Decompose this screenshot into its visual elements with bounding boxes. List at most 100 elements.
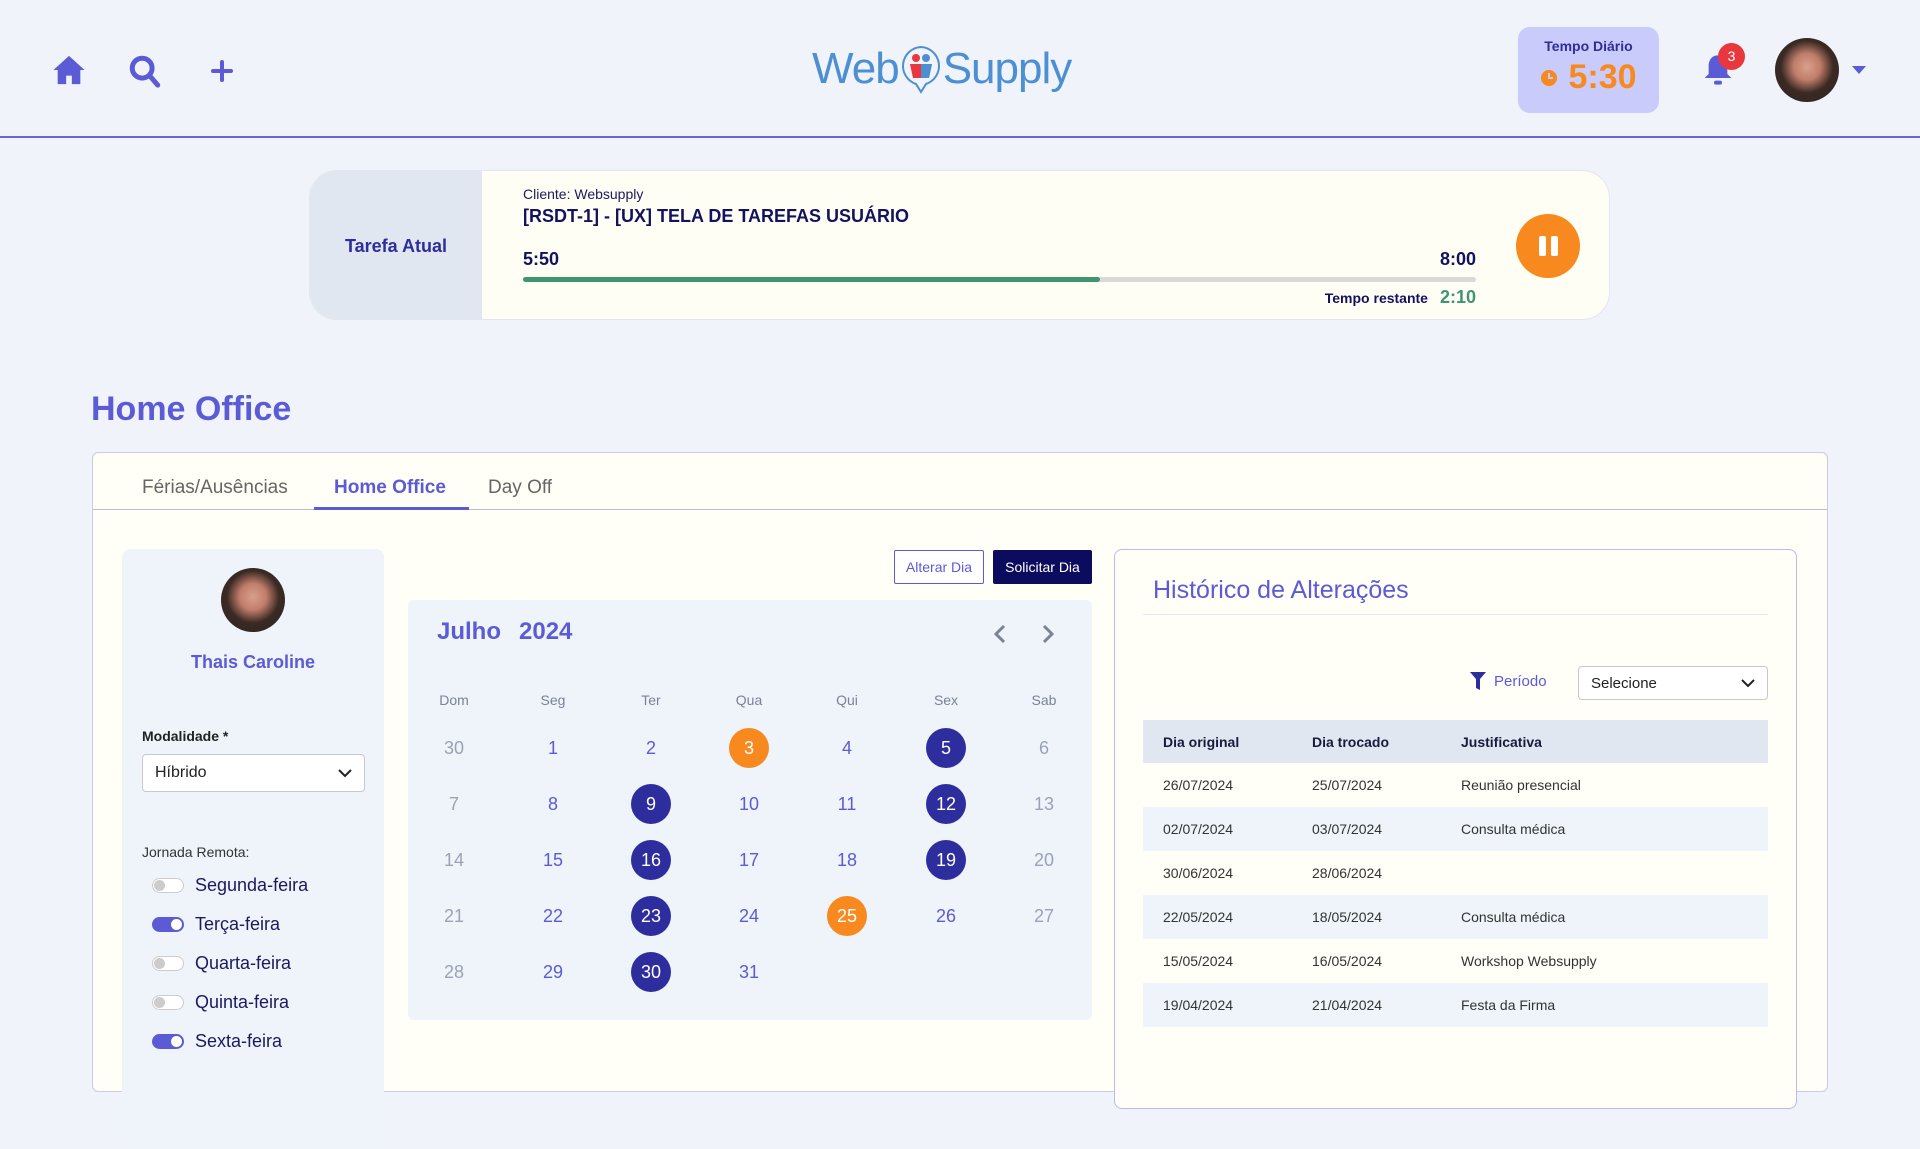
websupply-logo[interactable]: Web Supply bbox=[812, 44, 1073, 94]
daily-time-label: Tempo Diário bbox=[1544, 38, 1633, 54]
calendar-day[interactable]: 31 bbox=[729, 952, 769, 992]
table-cell: 26/07/2024 bbox=[1163, 777, 1234, 793]
remote-day-toggle[interactable]: Quarta-feira bbox=[152, 953, 291, 974]
calendar-day[interactable]: 26 bbox=[926, 896, 966, 936]
calendar-day-office[interactable]: 12 bbox=[926, 784, 966, 824]
period-select[interactable]: Selecione bbox=[1578, 666, 1768, 700]
calendar-day-office[interactable]: 23 bbox=[631, 896, 671, 936]
calendar-day[interactable]: 29 bbox=[533, 952, 573, 992]
profile-card: Thais Caroline Modalidade * Híbrido Jorn… bbox=[122, 549, 384, 1149]
calendar-day-muted[interactable]: 7 bbox=[434, 784, 474, 824]
table-cell: 03/07/2024 bbox=[1292, 807, 1441, 851]
chevron-down-icon[interactable] bbox=[1852, 66, 1866, 74]
calendar-day[interactable]: 22 bbox=[533, 896, 573, 936]
filter-icon bbox=[1470, 672, 1486, 690]
task-title: [RSDT-1] - [UX] TELA DE TAREFAS USUÁRIO bbox=[523, 206, 909, 226]
calendar-day[interactable]: 8 bbox=[533, 784, 573, 824]
column-header: Dia trocado bbox=[1292, 720, 1441, 763]
chevron-right-icon[interactable] bbox=[1041, 624, 1055, 644]
table-row[interactable]: 26/07/2024 25/07/2024 Reunião presencial bbox=[1143, 763, 1768, 807]
table-row[interactable]: 19/04/2024 21/04/2024 Festa da Firma bbox=[1143, 983, 1768, 1027]
home-icon[interactable] bbox=[52, 54, 86, 86]
table-row[interactable]: 30/06/2024 28/06/2024 bbox=[1143, 851, 1768, 895]
calendar-day[interactable]: 24 bbox=[729, 896, 769, 936]
calendar-day-office[interactable]: 30 bbox=[631, 952, 671, 992]
calendar-day-muted[interactable]: 14 bbox=[434, 840, 474, 880]
history-table: Dia original Dia trocado Justificativa 26/0… bbox=[1143, 720, 1768, 1027]
remote-day-toggle[interactable]: Segunda-feira bbox=[152, 875, 308, 896]
calendar-day-office[interactable]: 16 bbox=[631, 840, 671, 880]
modalidade-value: Híbrido bbox=[155, 764, 207, 781]
toggle-label: Quarta-feira bbox=[195, 953, 292, 973]
calendar-day[interactable]: 18 bbox=[827, 840, 867, 880]
tab-bar: Férias/Ausências Home Office Day Off bbox=[93, 453, 1827, 510]
history-title: Histórico de Alterações bbox=[1153, 576, 1409, 604]
toggle-switch[interactable] bbox=[152, 878, 184, 893]
profile-name: Thais Caroline bbox=[190, 652, 316, 672]
pause-icon bbox=[1538, 236, 1546, 256]
remote-day-toggle[interactable]: Sexta-feira bbox=[152, 1031, 282, 1052]
calendar-day-muted[interactable]: 30 bbox=[434, 728, 474, 768]
toggle-switch[interactable] bbox=[152, 1034, 184, 1049]
weekday-header: Qua bbox=[735, 692, 763, 708]
table-row[interactable]: 22/05/2024 18/05/2024 Consulta médica bbox=[1143, 895, 1768, 939]
solicitar-dia-button[interactable]: Solicitar Dia bbox=[993, 550, 1092, 584]
tab-home-office[interactable]: Home Office bbox=[334, 477, 446, 499]
calendar-day-muted[interactable]: 20 bbox=[1024, 840, 1064, 880]
calendar-day-muted[interactable]: 6 bbox=[1024, 728, 1064, 768]
calendar-day-swap[interactable]: 3 bbox=[729, 728, 769, 768]
pause-button[interactable] bbox=[1516, 214, 1580, 278]
weekday-header: Ter bbox=[641, 692, 661, 708]
calendar-day-office[interactable]: 19 bbox=[926, 840, 966, 880]
weekday-header: Qui bbox=[836, 692, 858, 708]
main-panel: Férias/Ausências Home Office Day Off Tha… bbox=[92, 452, 1828, 1149]
toggle-switch[interactable] bbox=[152, 995, 184, 1010]
column-header: Dia original bbox=[1143, 720, 1292, 763]
toggle-switch[interactable] bbox=[152, 917, 184, 932]
table-cell: 19/04/2024 bbox=[1143, 983, 1292, 1027]
divider bbox=[1143, 614, 1768, 615]
user-avatar[interactable] bbox=[1775, 38, 1839, 102]
search-icon[interactable] bbox=[128, 53, 162, 89]
remote-day-toggle[interactable]: Terça-feira bbox=[152, 914, 280, 935]
calendar-day[interactable]: 15 bbox=[533, 840, 573, 880]
column-header: Justificativa bbox=[1441, 720, 1768, 763]
logo-text: Supply bbox=[942, 44, 1073, 93]
chevron-down-icon bbox=[1741, 678, 1755, 687]
tab-ferias[interactable]: Férias/Ausências bbox=[142, 477, 288, 499]
table-row[interactable]: 02/07/2024 03/07/2024 Consulta médica bbox=[1143, 807, 1768, 851]
alterar-dia-button[interactable]: Alterar Dia bbox=[894, 550, 984, 584]
calendar-month: Julho bbox=[437, 618, 501, 645]
calendar-day[interactable]: 11 bbox=[827, 784, 867, 824]
page-title: Home Office bbox=[91, 390, 292, 428]
weekday-header: Sex bbox=[933, 692, 959, 708]
table-cell: 16/05/2024 bbox=[1312, 953, 1383, 969]
table-row[interactable]: 15/05/2024 16/05/2024 Workshop Websupply bbox=[1143, 939, 1768, 983]
table-cell: 30/06/2024 bbox=[1163, 865, 1234, 881]
calendar-day[interactable]: 2 bbox=[631, 728, 671, 768]
add-icon[interactable] bbox=[211, 60, 233, 82]
toggle-switch[interactable] bbox=[152, 956, 184, 971]
calendar-day[interactable]: 1 bbox=[533, 728, 573, 768]
clock-icon bbox=[1541, 69, 1558, 86]
calendar-day-office[interactable]: 5 bbox=[926, 728, 966, 768]
calendar-day-office[interactable]: 9 bbox=[631, 784, 671, 824]
calendar-day[interactable]: 4 bbox=[827, 728, 867, 768]
task-total: 8:00 bbox=[1439, 249, 1476, 269]
chevron-down-icon bbox=[338, 768, 352, 777]
modalidade-select[interactable]: Híbrido bbox=[142, 754, 365, 792]
calendar-day[interactable]: 10 bbox=[729, 784, 769, 824]
period-filter[interactable]: Período bbox=[1470, 672, 1547, 690]
calendar-day-swap[interactable]: 25 bbox=[827, 896, 867, 936]
chevron-left-icon[interactable] bbox=[993, 624, 1007, 644]
logo-text: Web bbox=[812, 44, 900, 93]
remote-day-toggle[interactable]: Quinta-feira bbox=[152, 992, 289, 1013]
calendar-day-muted[interactable]: 28 bbox=[434, 952, 474, 992]
calendar-day[interactable]: 17 bbox=[729, 840, 769, 880]
current-task-card: Tarefa Atual Cliente: Websupply [RSDT-1]… bbox=[309, 170, 1610, 320]
table-cell: 02/07/2024 bbox=[1143, 807, 1292, 851]
tab-day-off[interactable]: Day Off bbox=[488, 477, 552, 499]
calendar-day-muted[interactable]: 27 bbox=[1024, 896, 1064, 936]
calendar-day-muted[interactable]: 13 bbox=[1024, 784, 1064, 824]
calendar-day-muted[interactable]: 21 bbox=[434, 896, 474, 936]
